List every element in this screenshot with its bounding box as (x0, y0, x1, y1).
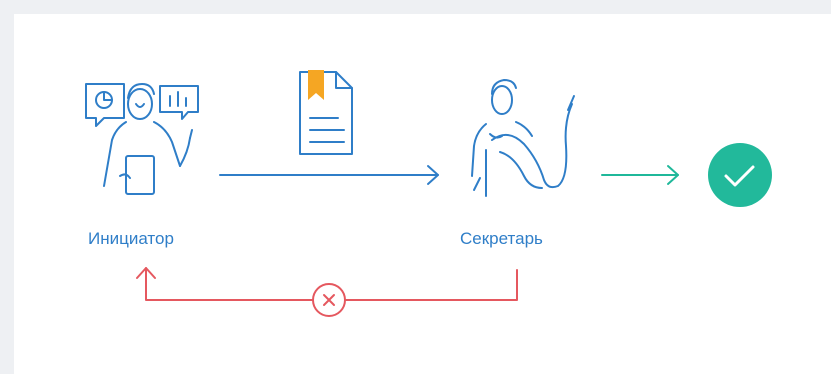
secretary-figure-icon (471, 79, 575, 197)
workflow-diagram: Инициатор Секретарь (85, 70, 772, 317)
arrow-to-secretary (219, 165, 439, 185)
initiator-presenter-icon (85, 83, 199, 195)
initiator-label: Инициатор (88, 229, 174, 248)
approved-check-icon (708, 143, 772, 207)
reject-x-icon (312, 283, 346, 317)
document-bookmark-icon (299, 70, 353, 155)
secretary-label: Секретарь (460, 229, 543, 248)
arrow-to-approved (601, 165, 679, 185)
